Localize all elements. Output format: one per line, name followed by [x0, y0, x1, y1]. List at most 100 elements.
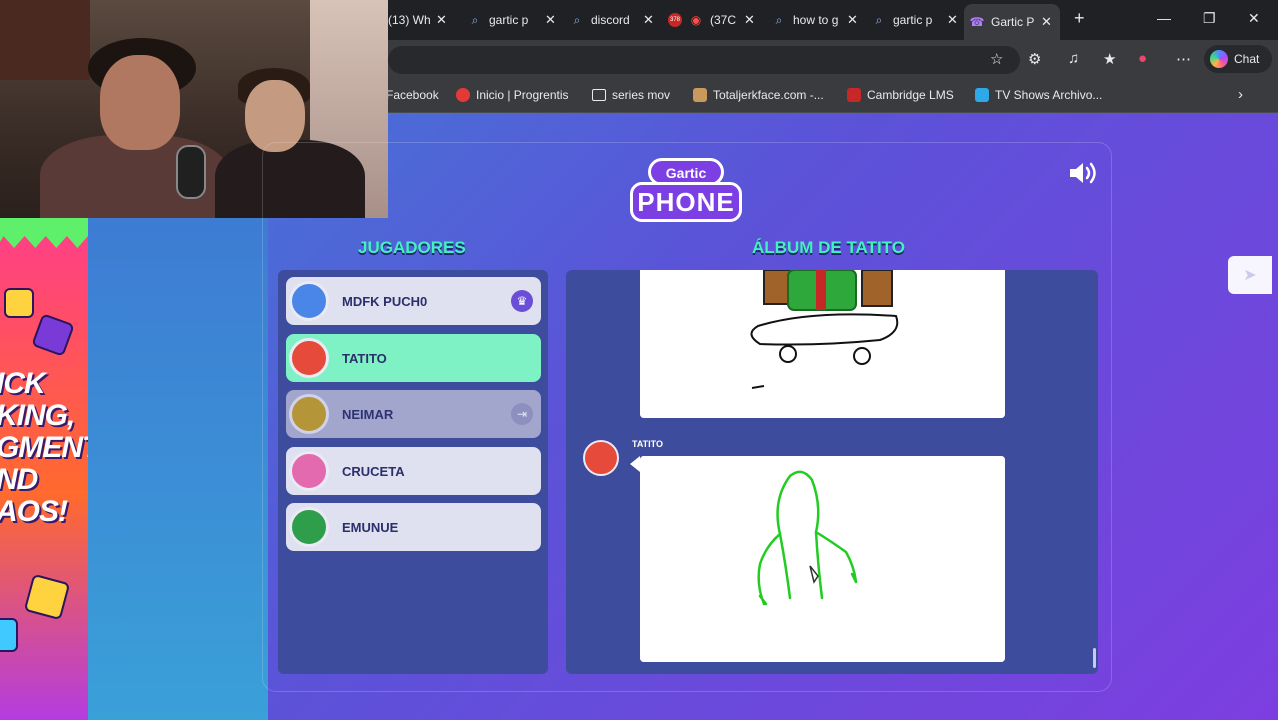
tab-whatsapp[interactable]: (13) Wh ✕: [388, 6, 454, 34]
bookmark-label: series mov: [612, 88, 671, 102]
avatar: [289, 281, 329, 321]
folder-icon: [592, 89, 606, 101]
microphone: [176, 145, 206, 199]
search-icon: ⌕: [471, 12, 479, 27]
tab-title: gartic p: [893, 13, 933, 27]
bookmark-label: Facebook: [386, 88, 439, 102]
profile-icon[interactable]: ●: [1138, 50, 1147, 67]
bookmark-cambridge[interactable]: Cambridge LMS: [847, 88, 954, 102]
ad-badge-icon: [31, 313, 75, 357]
bookmark-tv-shows[interactable]: TV Shows Archivo...: [975, 88, 1102, 102]
close-icon[interactable]: ✕: [545, 12, 556, 28]
tab-gartic-phone[interactable]: ☎ Gartic P ✕: [964, 4, 1060, 40]
chat-label: Chat: [1234, 52, 1260, 66]
bookmark-label: Cambridge LMS: [867, 88, 954, 102]
restore-icon[interactable]: ❐: [1203, 10, 1216, 27]
ad-text: ICK KING, GMENT ND AOS!: [0, 368, 88, 528]
player-row[interactable]: MDFK PUCH0 ♛: [286, 277, 541, 325]
player-name: MDFK PUCH0: [342, 293, 428, 309]
youtube-icon: 378: [668, 13, 682, 27]
cambridge-icon: [847, 88, 861, 102]
tab-gartic-search-2[interactable]: ⌕ gartic p ✕: [872, 6, 962, 34]
close-icon[interactable]: ✕: [947, 12, 958, 28]
gartic-icon: ☎: [969, 15, 985, 29]
ad-decoration: [0, 218, 88, 248]
close-icon[interactable]: ✕: [436, 12, 447, 28]
ad-line: GMENT: [0, 431, 88, 464]
close-icon[interactable]: ✕: [1041, 14, 1052, 30]
close-icon[interactable]: ✕: [847, 12, 858, 28]
drawing-card: [640, 270, 1005, 418]
progrentis-icon: [456, 88, 470, 102]
player-row[interactable]: EMUNUE: [286, 503, 541, 551]
bookmark-folder-series[interactable]: series mov: [592, 88, 670, 102]
ad-badge-icon: [4, 288, 34, 318]
avatar: [289, 338, 329, 378]
tab-gartic-search-1[interactable]: ⌕ gartic p ✕: [468, 6, 558, 34]
player-name: EMUNUE: [342, 519, 399, 535]
crown-icon: ♛: [511, 290, 533, 312]
tab-title: discord: [591, 13, 630, 27]
close-icon[interactable]: ✕: [744, 12, 755, 28]
album-title: ÁLBUM DE TATITO: [752, 238, 905, 257]
search-icon: ⌕: [573, 12, 581, 27]
bubble-tail: [630, 456, 640, 472]
logo-bottom: PHONE: [630, 182, 742, 222]
avatar: [289, 394, 329, 434]
ad-line: ND: [0, 463, 38, 496]
player-row[interactable]: CRUCETA: [286, 447, 541, 495]
record-icon: ◉: [690, 13, 702, 27]
totaljerkface-icon: [693, 88, 707, 102]
drawing-card: [640, 456, 1005, 662]
bookmark-label: Inicio | Progrentis: [476, 88, 569, 102]
copilot-chat-button[interactable]: Chat: [1204, 45, 1272, 73]
bookmark-progrentis[interactable]: Inicio | Progrentis: [456, 88, 569, 102]
ad-line: ICK: [0, 367, 46, 400]
avatar: [289, 507, 329, 547]
webcam-person: [100, 55, 180, 150]
favorites-icon[interactable]: ★: [1103, 50, 1116, 68]
tab-title: gartic p: [489, 13, 529, 27]
search-icon: ⌕: [875, 12, 883, 27]
players-title: JUGADORES: [358, 238, 466, 257]
side-ad-banner[interactable]: ICK KING, GMENT ND AOS!: [0, 218, 88, 720]
bookmark-label: Totaljerkface.com -...: [713, 88, 824, 102]
avatar: [289, 451, 329, 491]
new-tab-button[interactable]: +: [1074, 8, 1085, 29]
author-avatar: [583, 440, 619, 476]
tab-title: Gartic P: [991, 15, 1035, 29]
close-icon[interactable]: ✕: [643, 12, 654, 28]
minimize-icon[interactable]: —: [1157, 10, 1171, 26]
tab-youtube[interactable]: 378 ◉ (37C ✕: [668, 6, 760, 34]
ad-line: KING,: [0, 399, 75, 432]
copilot-icon: [1210, 50, 1228, 68]
webcam-background: [0, 0, 90, 80]
address-bar[interactable]: [388, 46, 1020, 74]
bookmark-facebook[interactable]: Facebook: [386, 88, 439, 102]
tab-discord-search[interactable]: ⌕ discord ✕: [570, 6, 660, 34]
extensions-icon[interactable]: ⚙: [1028, 50, 1041, 68]
tab-title: how to g: [793, 13, 839, 27]
ad-line: AOS!: [0, 495, 68, 528]
close-window-icon[interactable]: ✕: [1248, 10, 1260, 27]
player-row[interactable]: NEIMAR ⇥: [286, 390, 541, 438]
album-scrollbar[interactable]: [1093, 648, 1096, 668]
tv-icon: [975, 88, 989, 102]
player-name: NEIMAR: [342, 406, 394, 422]
player-name: TATITO: [342, 350, 387, 366]
tab-title: (37C: [710, 13, 737, 27]
bookmark-totaljerkface[interactable]: Totaljerkface.com -...: [693, 88, 824, 102]
sound-icon[interactable]: [1068, 160, 1102, 186]
exit-icon: ⇥: [511, 403, 533, 425]
ad-badge-icon: [0, 618, 18, 652]
tab-how-to-search[interactable]: ⌕ how to g ✕: [772, 6, 862, 34]
send-icon: ➤: [1243, 267, 1257, 284]
media-icon[interactable]: ♫: [1068, 50, 1079, 67]
player-row[interactable]: TATITO: [286, 334, 541, 382]
chevron-right-icon[interactable]: ›: [1238, 86, 1243, 103]
share-button[interactable]: ➤: [1228, 256, 1272, 294]
tab-title: (13) Wh: [388, 13, 430, 27]
more-menu-icon[interactable]: ⋯: [1176, 50, 1191, 68]
favorite-star-icon[interactable]: ☆: [990, 50, 1003, 68]
search-icon: ⌕: [775, 12, 783, 27]
